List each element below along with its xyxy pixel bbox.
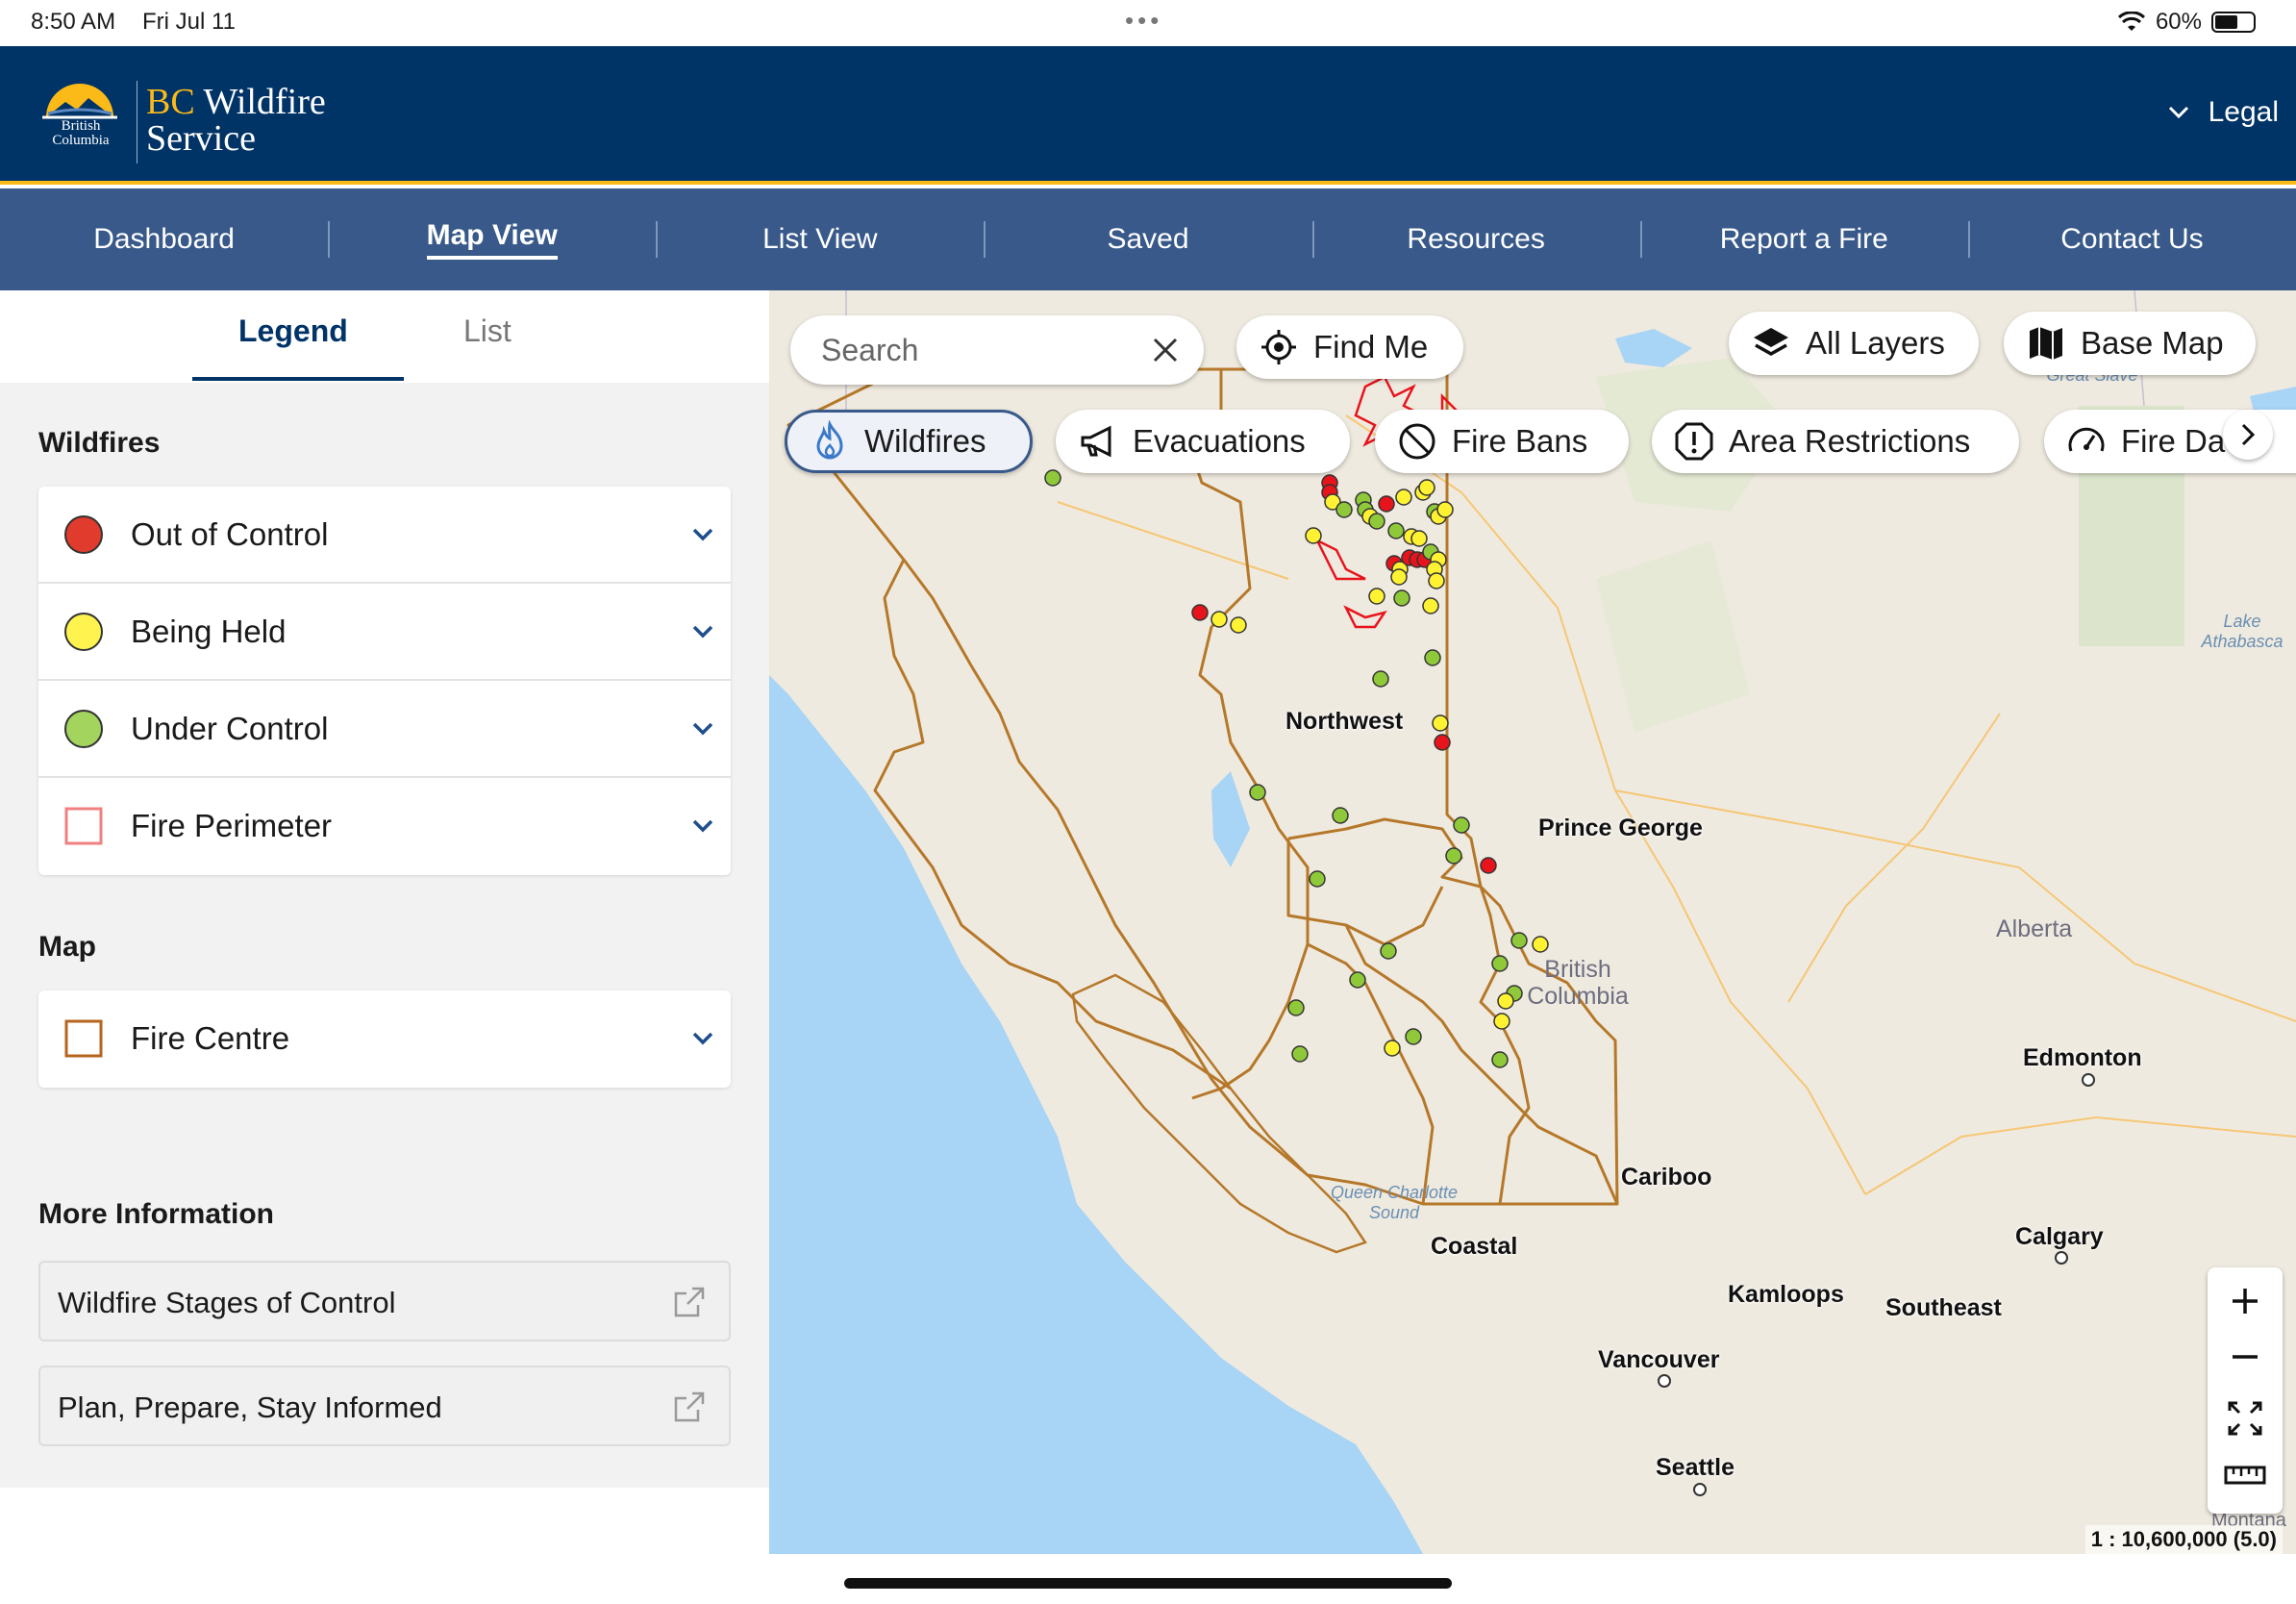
- clear-search-icon[interactable]: [1152, 337, 1179, 363]
- app-header: British Columbia BC Wildfire Service Leg…: [0, 46, 2296, 185]
- nav-report-a-fire[interactable]: Report a Fire: [1639, 188, 1968, 290]
- measure-button[interactable]: [2208, 1446, 2283, 1502]
- nav-dashboard[interactable]: Dashboard: [0, 188, 328, 290]
- filter-evacuations[interactable]: Evacuations: [1056, 410, 1350, 473]
- nav-contact-us[interactable]: Contact Us: [1967, 188, 2296, 290]
- logo-title-line2: Service: [146, 118, 256, 159]
- under-control-circle-icon: [64, 710, 103, 748]
- filter-wildfires[interactable]: Wildfires: [785, 410, 1033, 473]
- chevron-down-icon: [692, 528, 713, 541]
- link-plan-prepare-stay-informed[interactable]: Plan, Prepare, Stay Informed: [38, 1366, 731, 1446]
- being-held-circle-icon: [64, 613, 103, 651]
- fire-perimeter-square-icon: [64, 807, 103, 845]
- battery-icon: [2211, 12, 2256, 33]
- logo-province-text: British Columbia: [52, 118, 110, 148]
- nav-list-view[interactable]: List View: [656, 188, 984, 290]
- locate-icon: [1261, 330, 1296, 364]
- legend-fire-centre[interactable]: Fire Centre: [38, 990, 731, 1088]
- nav-resources[interactable]: Resources: [1311, 188, 1640, 290]
- ban-icon: [1399, 423, 1435, 460]
- tab-legend[interactable]: Legend: [238, 313, 348, 349]
- filters-scroll-right-button[interactable]: [2223, 410, 2273, 460]
- link-wildfire-stages-of-control[interactable]: Wildfire Stages of Control: [38, 1261, 731, 1341]
- chevron-down-icon: [2168, 106, 2188, 119]
- ruler-icon: [2224, 1466, 2266, 1485]
- chevron-right-icon: [2241, 423, 2256, 446]
- home-indicator[interactable]: [844, 1578, 1452, 1589]
- map-zoom-controls: [2208, 1267, 2283, 1514]
- wildfire-map[interactable]: Northwest Prince George Cariboo Coastal …: [769, 290, 2296, 1554]
- base-map-button[interactable]: Base Map: [2004, 312, 2256, 375]
- legend-panel: Legend List Wildfires Out of Control Bei…: [0, 290, 769, 1488]
- chevron-down-icon: [692, 722, 713, 736]
- flame-icon: [816, 420, 843, 460]
- battery-percent: 60%: [2155, 9, 2202, 35]
- legend-fire-perimeter[interactable]: Fire Perimeter: [38, 778, 731, 875]
- chevron-down-icon: [692, 625, 713, 639]
- layers-icon: [1754, 328, 1788, 357]
- status-time: 8:50 AM: [31, 9, 116, 35]
- active-tab-underline: [192, 377, 404, 381]
- map-heading: Map: [38, 931, 96, 963]
- fullscreen-icon: [2228, 1401, 2262, 1436]
- nav-saved[interactable]: Saved: [984, 188, 1311, 290]
- minus-icon: [2233, 1355, 2258, 1359]
- legend-being-held[interactable]: Being Held: [38, 584, 731, 681]
- status-bar: 8:50 AM Fri Jul 11 ••• 60%: [0, 0, 2296, 46]
- tab-list[interactable]: List: [463, 313, 512, 349]
- wildfire-legend-list: Out of Control Being Held Under Control …: [38, 487, 731, 875]
- legend-out-of-control[interactable]: Out of Control: [38, 487, 731, 584]
- wifi-icon: [2117, 12, 2145, 31]
- legend-under-control[interactable]: Under Control: [38, 681, 731, 778]
- bc-wildfire-logo[interactable]: British Columbia BC Wildfire Service: [31, 75, 326, 171]
- map-search-input[interactable]: Search: [790, 315, 1204, 385]
- main-nav: Dashboard Map View List View Saved Resou…: [0, 188, 2296, 290]
- filter-fire-bans[interactable]: Fire Bans: [1375, 410, 1629, 473]
- multitasking-dots[interactable]: •••: [1125, 6, 1162, 36]
- wildfires-heading: Wildfires: [38, 427, 161, 459]
- bc-sun-logo-icon: [42, 84, 117, 119]
- gauge-icon: [2068, 427, 2105, 452]
- legal-label: Legal: [2208, 96, 2279, 128]
- status-date: Fri Jul 11: [142, 9, 236, 35]
- more-information-heading: More Information: [38, 1198, 274, 1230]
- chevron-down-icon: [692, 1032, 713, 1045]
- fullscreen-button[interactable]: [2208, 1391, 2283, 1446]
- alert-icon: [1675, 422, 1713, 461]
- plus-icon: [2233, 1289, 2258, 1314]
- all-layers-button[interactable]: All Layers: [1729, 312, 1979, 375]
- external-link-icon: [674, 1391, 705, 1422]
- external-link-icon: [674, 1287, 705, 1317]
- fire-centre-square-icon: [64, 1019, 103, 1058]
- city-markers: [1658, 1073, 2095, 1496]
- megaphone-icon: [1081, 425, 1111, 458]
- find-me-button[interactable]: Find Me: [1236, 315, 1463, 379]
- status-right: 60%: [2117, 9, 2256, 36]
- zoom-in-button[interactable]: [2208, 1273, 2283, 1329]
- nav-map-view[interactable]: Map View: [328, 188, 656, 290]
- filter-area-restrictions[interactable]: Area Restrictions: [1652, 410, 2019, 473]
- map-legend-list: Fire Centre: [38, 990, 731, 1088]
- legal-dropdown[interactable]: Legal: [2168, 96, 2279, 129]
- map-scale: 1 : 10,600,000 (5.0): [2084, 1525, 2283, 1554]
- map-icon: [2030, 327, 2062, 360]
- chevron-down-icon: [692, 819, 713, 833]
- out-of-control-circle-icon: [64, 515, 103, 554]
- panel-tabs: Legend List: [0, 290, 769, 383]
- zoom-out-button[interactable]: [2208, 1329, 2283, 1385]
